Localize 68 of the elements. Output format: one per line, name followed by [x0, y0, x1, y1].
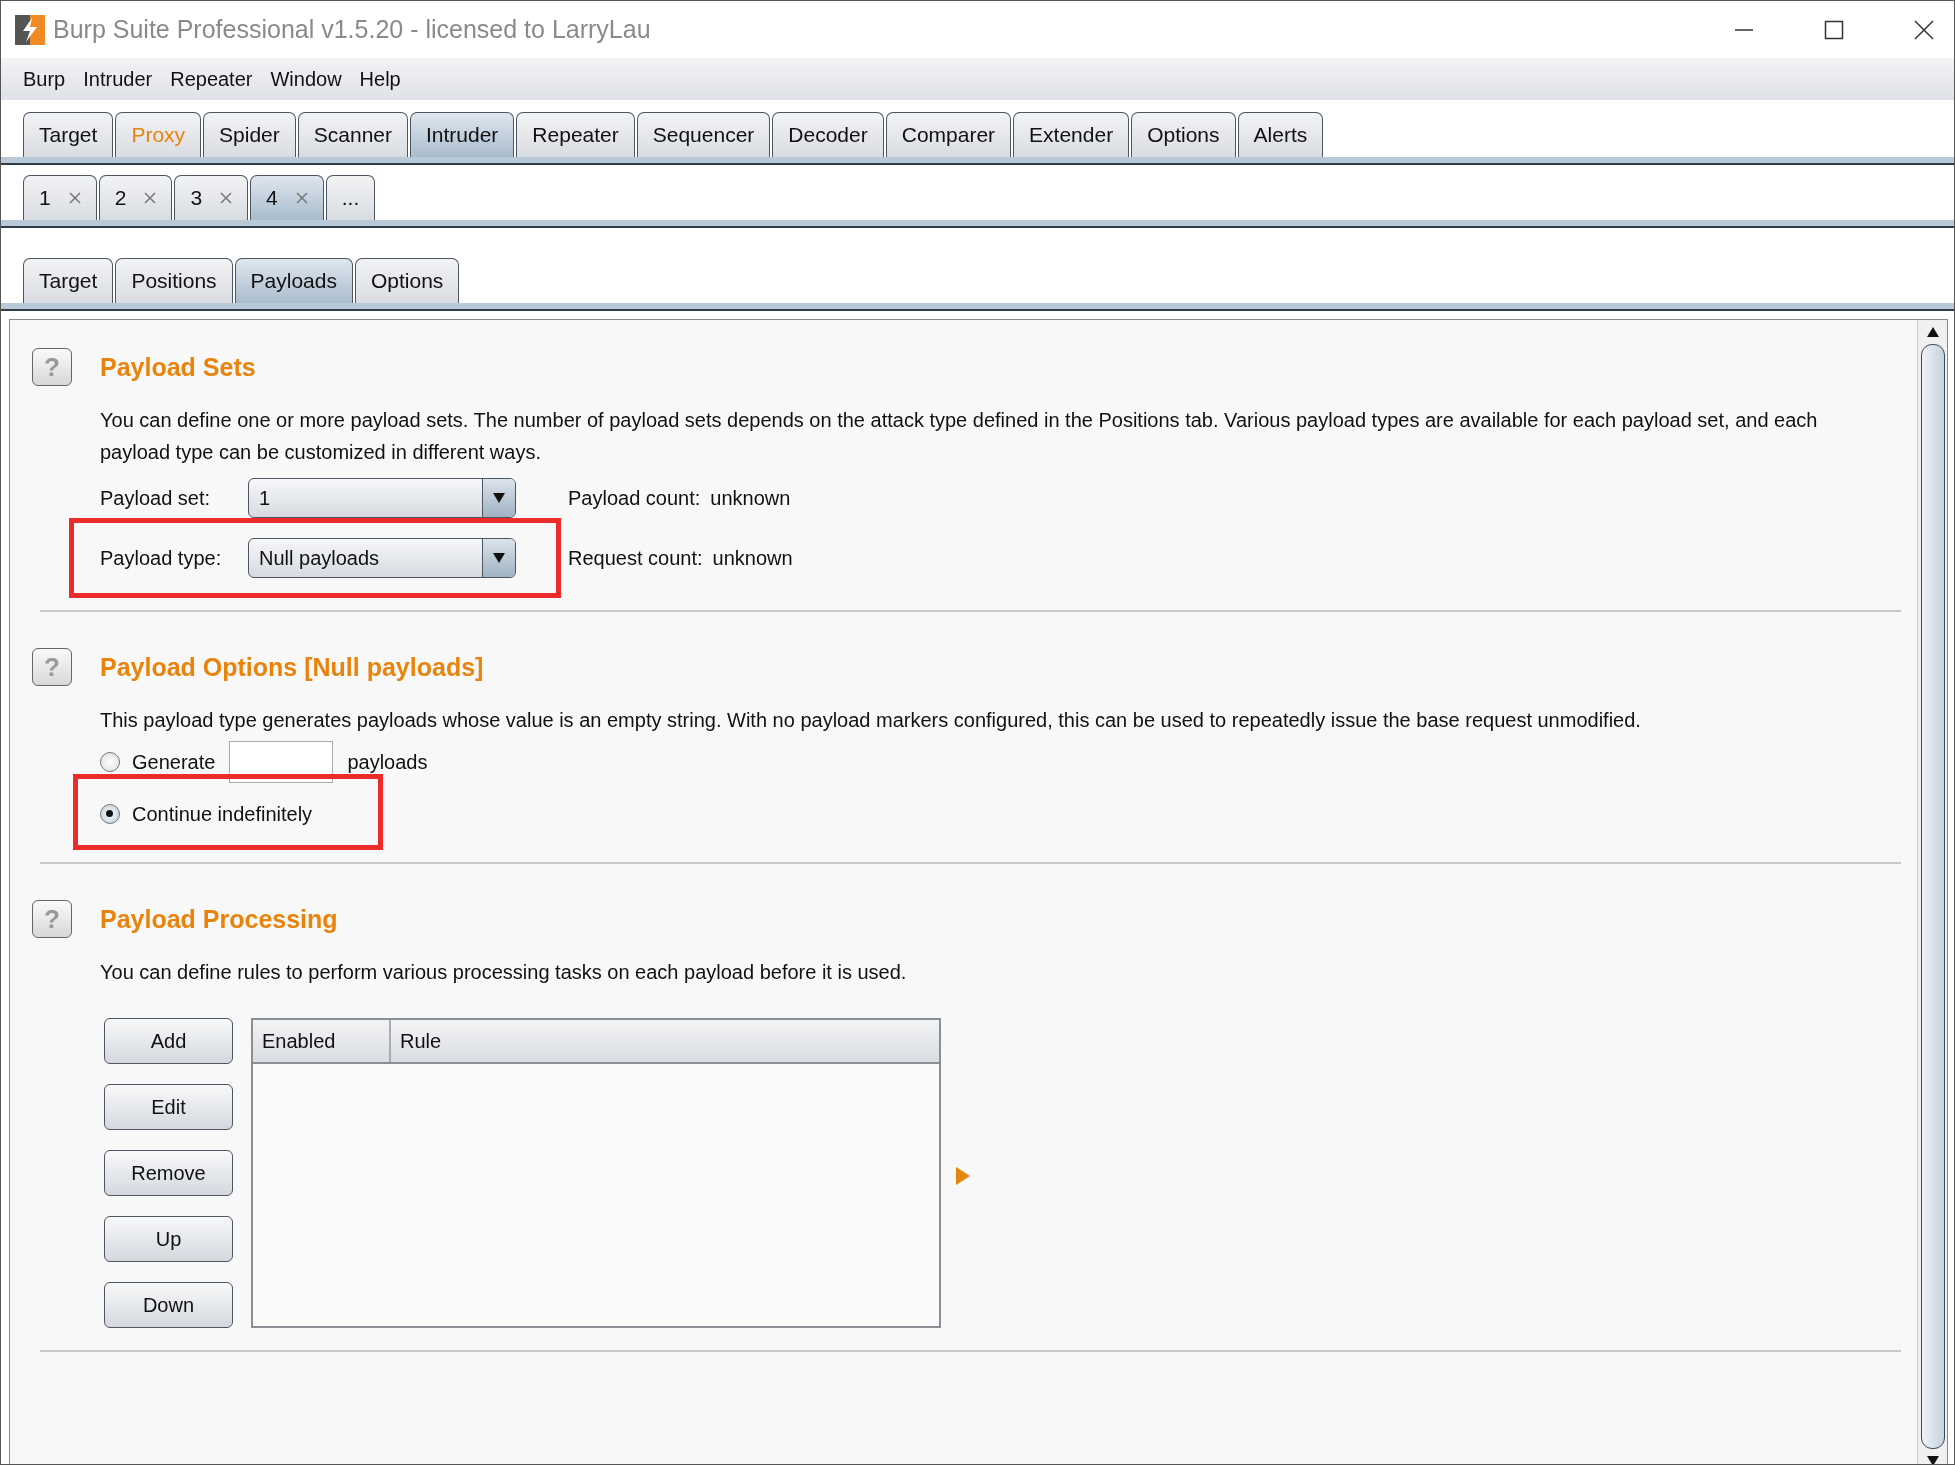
- maximize-icon[interactable]: [1824, 19, 1844, 40]
- tab-label: 3: [190, 186, 203, 210]
- button[interactable]: Add: [104, 1018, 233, 1064]
- radio-button[interactable]: [100, 752, 120, 772]
- app-logo-icon: [15, 14, 45, 45]
- scroll-up-icon[interactable]: [1924, 326, 1941, 338]
- tab[interactable]: Intruder: [410, 112, 515, 157]
- button[interactable]: Edit: [104, 1084, 233, 1130]
- tab[interactable]: Comparer: [885, 112, 1012, 157]
- button[interactable]: Up: [104, 1216, 233, 1262]
- menu-item[interactable]: Help: [359, 67, 401, 91]
- tab[interactable]: 2: [98, 175, 173, 220]
- tab[interactable]: Alerts: [1237, 112, 1324, 157]
- menu-item[interactable]: Window: [270, 67, 342, 91]
- tab[interactable]: Options: [355, 258, 460, 303]
- scrollbar[interactable]: [1917, 320, 1947, 1464]
- section-title: Payload Processing: [100, 904, 338, 934]
- field-label: Payload type:: [100, 546, 223, 570]
- tab[interactable]: 1: [23, 175, 97, 220]
- radio-button[interactable]: [100, 804, 120, 824]
- dropdown-arrow-icon: [492, 552, 506, 564]
- button[interactable]: Down: [104, 1282, 233, 1328]
- tab[interactable]: 4: [250, 175, 324, 220]
- scroll-thumb[interactable]: [1920, 344, 1945, 1449]
- tab[interactable]: Repeater: [516, 112, 635, 157]
- column-header[interactable]: Rule: [391, 1020, 939, 1062]
- info-label: Request count:: [568, 546, 703, 570]
- tab[interactable]: Payloads: [234, 258, 353, 303]
- section-title: Payload Sets: [100, 352, 256, 382]
- section-description: You can define one or more payload sets. The number of payload sets depends on the attack type defined in the Positions tab. Various payload types are available for each payload set, and each payload type can be customized in different ways.: [100, 408, 1819, 465]
- radio-label: Generate: [132, 750, 216, 774]
- tab[interactable]: Extender: [1013, 112, 1130, 157]
- expand-arrow-icon[interactable]: [955, 1166, 971, 1186]
- dropdown-arrow-icon: [492, 492, 506, 504]
- radio-label: Continue indefinitely: [132, 802, 313, 826]
- dropdown[interactable]: 1: [248, 478, 516, 518]
- section-description: This payload type generates payloads whose value is an empty string. With no payload markers configured, this can be used to repeatedly issue the base request unmodified.: [100, 708, 1642, 733]
- tab-label: ...: [341, 186, 360, 210]
- info-value: unknown: [712, 546, 793, 570]
- tab[interactable]: Scanner: [297, 112, 408, 157]
- menu-item[interactable]: Repeater: [170, 67, 253, 91]
- tab[interactable]: Sequencer: [636, 112, 771, 157]
- tab[interactable]: Target: [23, 258, 114, 303]
- info-label: Payload count:: [568, 486, 701, 510]
- tab[interactable]: Options: [1131, 112, 1236, 157]
- dropdown[interactable]: Null payloads: [248, 538, 516, 578]
- tab[interactable]: Target: [23, 112, 114, 157]
- field-suffix: payloads: [347, 750, 428, 774]
- section-title: Payload Options [Null payloads]: [100, 652, 484, 682]
- scroll-down-icon[interactable]: [1924, 1455, 1941, 1464]
- column-header[interactable]: Enabled: [253, 1020, 391, 1062]
- field-label: Payload set:: [100, 486, 212, 510]
- tab-label: 1: [39, 186, 51, 210]
- section-description: You can define rules to perform various processing tasks on each payload before it is used.: [100, 960, 908, 985]
- menu-item[interactable]: Intruder: [83, 67, 153, 91]
- tab[interactable]: Positions: [115, 258, 233, 303]
- tab-label: 4: [266, 186, 278, 210]
- tab-label: 2: [114, 186, 127, 210]
- tab[interactable]: 3: [174, 175, 249, 220]
- menu-item[interactable]: Burp: [23, 67, 66, 91]
- button[interactable]: Remove: [104, 1150, 233, 1196]
- tab[interactable]: Spider: [203, 112, 296, 157]
- window-title: Burp Suite Professional v1.5.20 - licensed to LarryLau: [53, 15, 651, 44]
- count-field[interactable]: [229, 741, 334, 783]
- tab[interactable]: Decoder: [772, 112, 884, 157]
- close-icon[interactable]: [1914, 19, 1934, 40]
- tab[interactable]: ...: [325, 175, 376, 220]
- info-value: unknown: [710, 486, 791, 510]
